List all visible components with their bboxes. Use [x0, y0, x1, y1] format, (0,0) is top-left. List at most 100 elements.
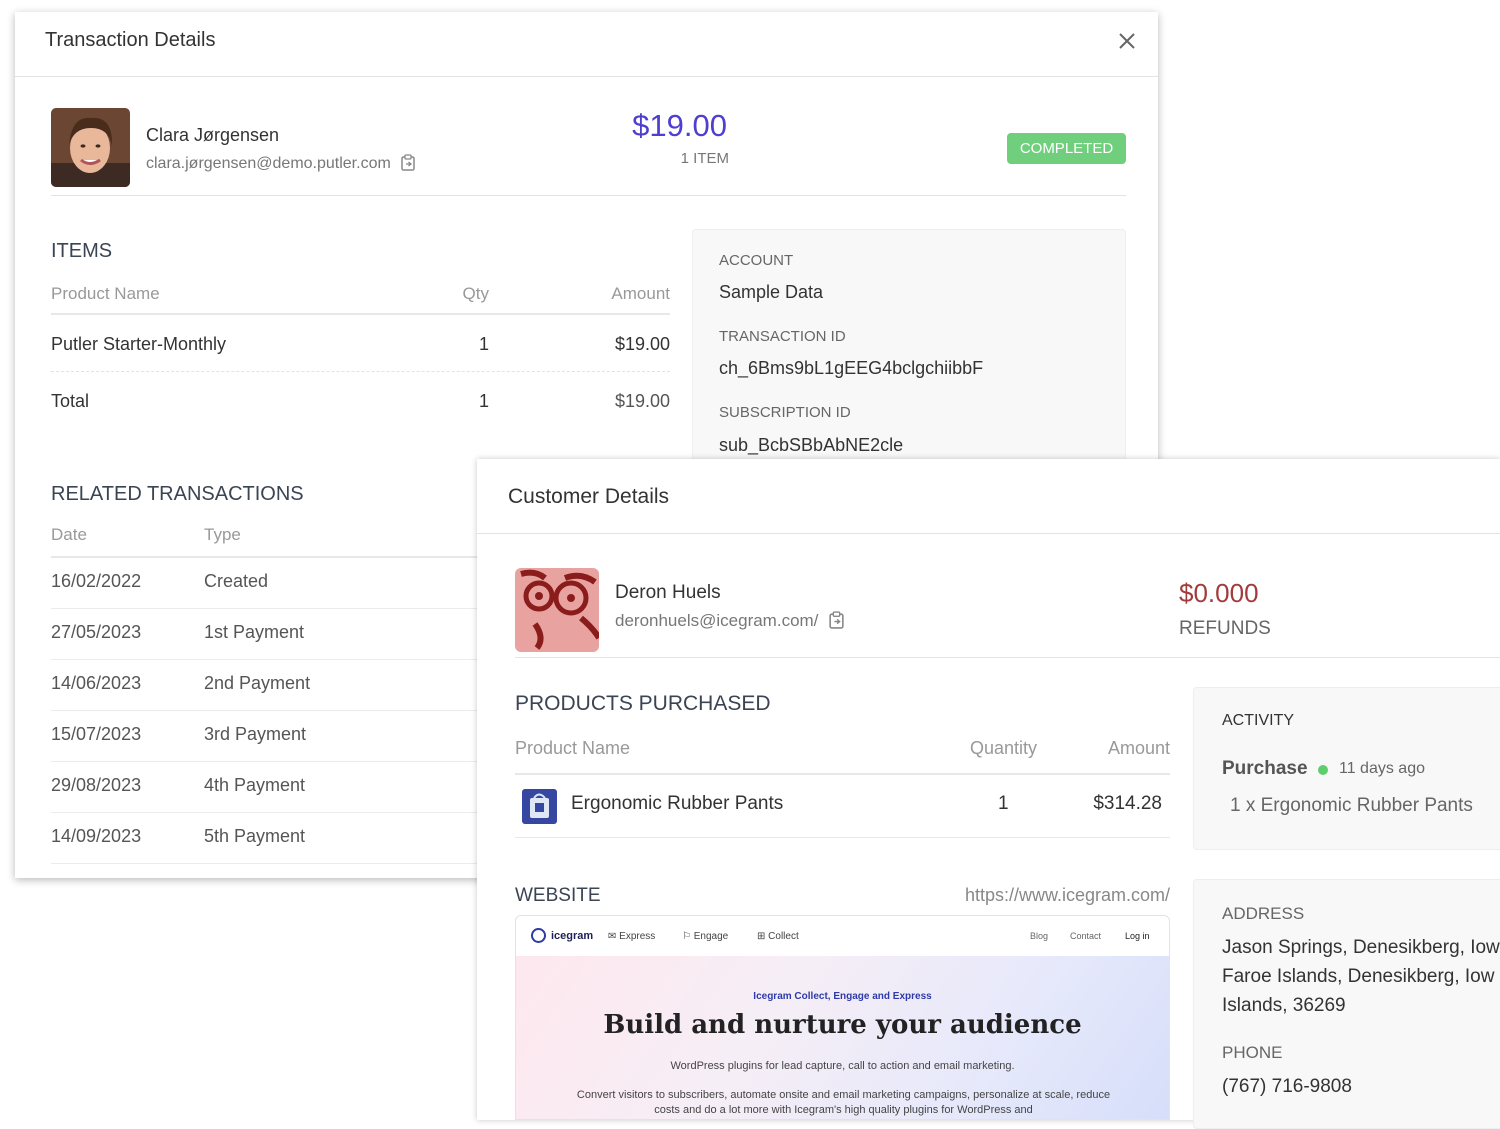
column-header-amount: Amount — [1107, 738, 1170, 758]
activity-time: 11 days ago — [1339, 760, 1425, 777]
preview-nav-express: ✉ Express — [608, 931, 655, 942]
phone-value: (767) 716-9808 — [1222, 1076, 1352, 1097]
modal-title: Transaction Details — [45, 29, 216, 51]
transaction-summary: Clara Jørgensen clara.jørgensen@demo.put… — [51, 108, 1126, 196]
total-qty: 1 — [478, 391, 489, 411]
preview-nav-label: Express — [619, 931, 656, 942]
website-preview[interactable]: icegram ✉ Express ⚐ Engage ⊞ Collect Blo… — [515, 915, 1170, 1120]
address-line: Faroe Islands, Denesikberg, Iow — [1222, 966, 1495, 987]
close-icon[interactable] — [1118, 32, 1136, 50]
table-row[interactable]: 16/02/2022 Created — [51, 558, 491, 609]
preview-logo: icegram — [531, 928, 593, 943]
preview-navbar: icegram ✉ Express ⚐ Engage ⊞ Collect Blo… — [516, 916, 1169, 956]
preview-nav-contact: Contact — [1070, 931, 1102, 941]
activity-panel: ACTIVITY Purchase 11 days ago 1 x Ergono… — [1193, 687, 1500, 850]
column-header-product-name: Product Name — [51, 284, 160, 303]
preview-nav-collect: ⊞ Collect — [757, 931, 799, 942]
address-line: Islands, 36269 — [1222, 995, 1346, 1016]
table-row[interactable]: 29/08/2023 4th Payment — [51, 762, 491, 813]
website-heading: WEBSITE — [515, 885, 601, 906]
product-quantity: 1 — [998, 793, 1009, 814]
customer-name: Deron Huels — [615, 582, 721, 603]
copy-icon[interactable] — [829, 611, 844, 634]
copy-icon[interactable] — [401, 154, 415, 176]
modal-header: Customer Details — [477, 459, 1500, 534]
table-row: Ergonomic Rubber Pants 1 $314.28 — [515, 775, 1170, 838]
transaction-id-label: TRANSACTION ID — [719, 328, 846, 345]
transaction-date: 15/07/2023 — [51, 724, 142, 744]
transaction-type: 1st Payment — [204, 622, 305, 642]
product-amount: $314.28 — [1093, 793, 1162, 814]
table-row[interactable]: 27/05/2023 1st Payment — [51, 609, 491, 660]
product-qty: 1 — [478, 334, 489, 354]
preview-nav-label: Collect — [768, 931, 799, 942]
preview-nav-login: Log in — [1125, 931, 1150, 941]
product-name: Ergonomic Rubber Pants — [571, 793, 784, 814]
subscription-id-label: SUBSCRIPTION ID — [719, 404, 851, 421]
customer-email: deronhuels@icegram.com/ — [615, 611, 844, 634]
customer-name: Clara Jørgensen — [146, 125, 280, 145]
preview-nav-label: Engage — [693, 931, 729, 942]
status-dot-icon — [1318, 765, 1328, 775]
total-amount: $19.00 — [614, 391, 670, 411]
transaction-date: 14/09/2023 — [51, 826, 142, 846]
preview-nav-engage: ⚐ Engage — [682, 931, 728, 942]
avatar — [51, 108, 130, 187]
preview-subtitle: WordPress plugins for lead capture, call… — [670, 1060, 1015, 1072]
address-panel: ADDRESS Jason Springs, Denesikberg, Iow … — [1193, 879, 1500, 1129]
total-label: Total — [51, 391, 90, 411]
refunds-amount: $0.000 — [1179, 578, 1259, 608]
customer-email-text: clara.jørgensen@demo.putler.com — [146, 155, 391, 172]
transaction-date: 14/06/2023 — [51, 673, 142, 693]
subscription-id-value: sub_BcbSBbAbNE2cle — [719, 435, 904, 455]
account-info-panel: ACCOUNT Sample Data TRANSACTION ID ch_6B… — [692, 229, 1126, 469]
items-heading: ITEMS — [51, 240, 113, 262]
table-header: Product Name Quantity Amount — [515, 734, 1170, 775]
product-thumbnail — [522, 789, 557, 824]
table-row[interactable]: 15/07/2023 3rd Payment — [51, 711, 491, 762]
products-purchased-heading: PRODUCTS PURCHASED — [515, 692, 771, 715]
preview-kicker: Icegram Collect, Engage and Express — [753, 991, 932, 1002]
icegram-logo-icon — [531, 928, 546, 943]
preview-nav-blog: Blog — [1030, 931, 1049, 941]
message-icon: ⚐ — [682, 931, 694, 942]
status-badge: COMPLETED — [1007, 133, 1126, 164]
table-row[interactable]: 14/09/2023 5th Payment — [51, 813, 491, 864]
preview-body: Convert visitors to subscribers, automat… — [576, 1089, 1111, 1116]
customer-email: clara.jørgensen@demo.putler.com — [146, 154, 415, 176]
transaction-type: 5th Payment — [204, 826, 306, 846]
total-row: Total 1 $19.00 — [51, 372, 670, 428]
table-header: Product Name Qty Amount — [51, 282, 670, 315]
table-row[interactable]: 14/06/2023 2nd Payment — [51, 660, 491, 711]
items-count: 1 ITEM — [680, 150, 729, 167]
column-header-product-name: Product Name — [515, 738, 631, 758]
account-value: Sample Data — [719, 282, 824, 302]
avatar — [515, 568, 599, 652]
product-amount: $19.00 — [614, 334, 670, 354]
customer-summary: Deron Huels deronhuels@icegram.com/ $0.0… — [515, 568, 1500, 658]
items-table: Product Name Qty Amount Putler Starter-M… — [51, 282, 670, 428]
column-header-qty: Qty — [462, 284, 489, 303]
address-line: Jason Springs, Denesikberg, Iow — [1222, 937, 1500, 958]
products-purchased-table: Product Name Quantity Amount Ergonomic R… — [515, 734, 1170, 838]
preview-title: Build and nurture your audience — [603, 1010, 1082, 1040]
column-header-date: Date — [51, 525, 87, 544]
grid-icon: ⊞ — [757, 931, 769, 942]
mail-icon: ✉ — [608, 931, 620, 942]
customer-details-modal: Customer Details Deron Huels deronhuels@… — [477, 459, 1500, 1129]
address-label: ADDRESS — [1222, 904, 1305, 923]
activity-detail: 1 x Ergonomic Rubber Pants — [1230, 795, 1473, 816]
table-header: Date Type — [51, 523, 491, 558]
preview-logo-text: icegram — [551, 930, 594, 942]
modal-header: Transaction Details — [15, 12, 1158, 77]
related-transactions-table: Date Type 16/02/2022 Created 27/05/2023 … — [51, 523, 491, 864]
column-header-type: Type — [204, 525, 241, 544]
transaction-type: 3rd Payment — [204, 724, 307, 744]
transaction-id-value: ch_6Bms9bL1gEEG4bclgchiibbF — [719, 358, 984, 378]
transaction-type: 2nd Payment — [204, 673, 311, 693]
transaction-amount: $19.00 — [632, 108, 727, 143]
website-url-link[interactable]: https://www.icegram.com/ — [965, 885, 1170, 906]
refunds-label: REFUNDS — [1179, 618, 1271, 639]
product-name: Putler Starter-Monthly — [51, 334, 227, 354]
activity-label: ACTIVITY — [1222, 712, 1295, 729]
